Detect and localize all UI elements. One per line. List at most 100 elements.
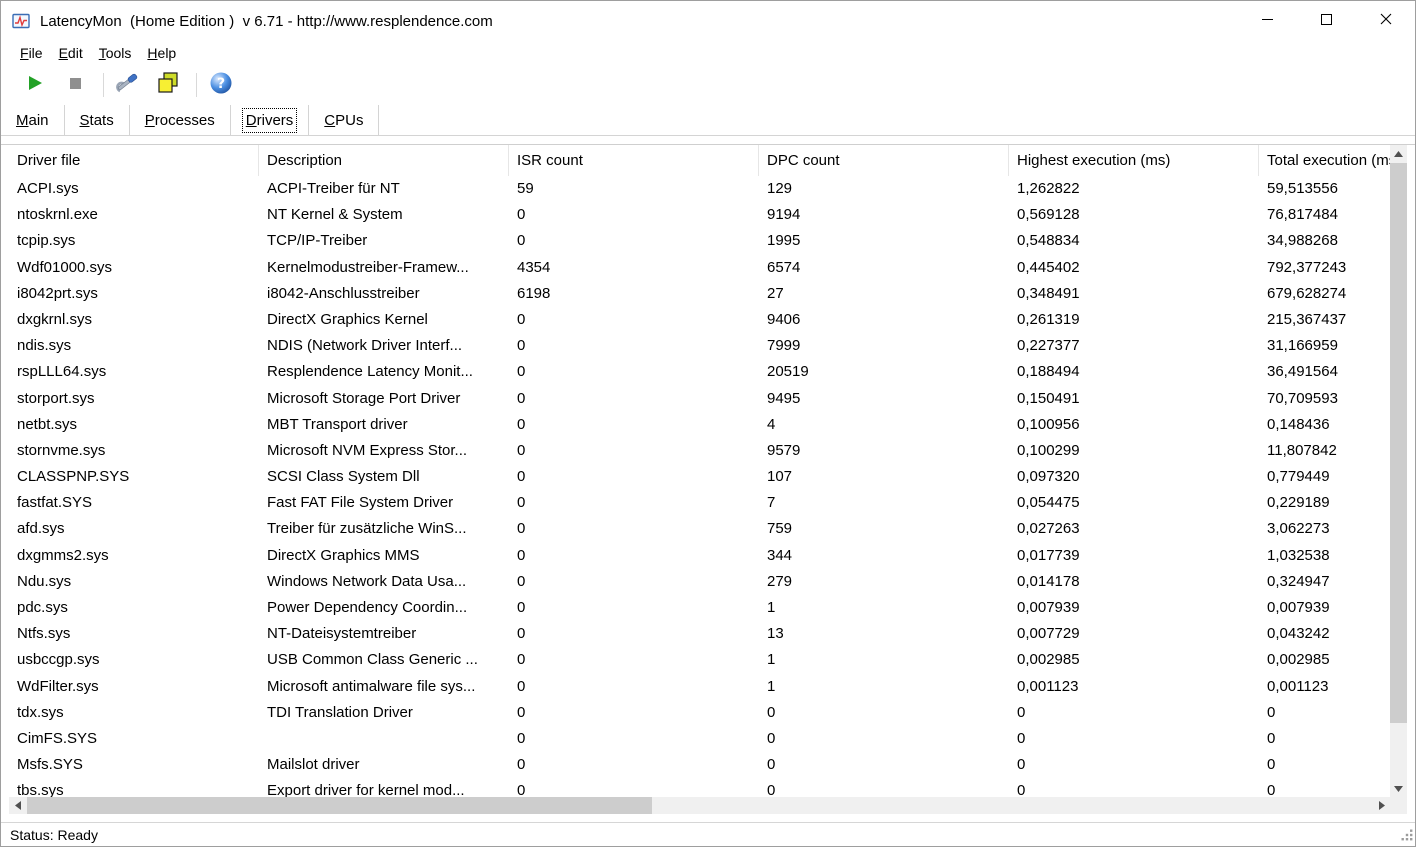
table-cell: 4354	[509, 255, 759, 281]
table-cell: 27	[759, 281, 1009, 307]
table-cell: Ndu.sys	[9, 569, 259, 595]
table-cell: 0,007939	[1009, 595, 1259, 621]
table-row[interactable]: CLASSPNP.SYSSCSI Class System Dll01070,0…	[9, 464, 1390, 490]
table-row[interactable]: storport.sysMicrosoft Storage Port Drive…	[9, 386, 1390, 412]
table-row[interactable]: netbt.sysMBT Transport driver040,1009560…	[9, 412, 1390, 438]
table-cell: Fast FAT File System Driver	[259, 490, 509, 516]
scroll-left-arrow-icon[interactable]	[9, 797, 26, 814]
horizontal-scrollbar-thumb[interactable]	[27, 797, 652, 814]
resize-grip-icon[interactable]	[1400, 828, 1413, 844]
column-header[interactable]: Highest execution (ms)	[1009, 145, 1259, 176]
tab-main[interactable]: Main	[1, 105, 65, 135]
table-row[interactable]: afd.sysTreiber für zusätzliche WinS...07…	[9, 516, 1390, 542]
help-question-icon: ?	[209, 71, 233, 100]
start-monitor-button[interactable]	[17, 68, 53, 102]
toolbar: ?	[1, 65, 1415, 105]
copy-report-button[interactable]	[150, 68, 186, 102]
table-row[interactable]: ntoskrnl.exeNT Kernel & System091940,569…	[9, 202, 1390, 228]
table-row[interactable]: Ntfs.sysNT-Dateisystemtreiber0130,007729…	[9, 621, 1390, 647]
vertical-scrollbar[interactable]	[1390, 145, 1407, 797]
table-cell: 0,229189	[1259, 490, 1390, 516]
table-row[interactable]: stornvme.sysMicrosoft NVM Express Stor..…	[9, 438, 1390, 464]
table-cell: Wdf01000.sys	[9, 255, 259, 281]
table-cell: 0,097320	[1009, 464, 1259, 490]
table-cell: 9579	[759, 438, 1009, 464]
close-button[interactable]	[1356, 1, 1415, 41]
content-divider	[1, 136, 1415, 145]
table-cell: tdx.sys	[9, 700, 259, 726]
table-cell: 0,100956	[1009, 412, 1259, 438]
tab-drivers[interactable]: Drivers	[231, 105, 310, 135]
table-row[interactable]: Ndu.sysWindows Network Data Usa...02790,…	[9, 569, 1390, 595]
table-row[interactable]: pdc.sysPower Dependency Coordin...010,00…	[9, 595, 1390, 621]
table-cell: 0	[509, 464, 759, 490]
table-cell: 0	[509, 647, 759, 673]
menu-item-file[interactable]: File	[12, 42, 51, 64]
column-header[interactable]: Driver file	[9, 145, 259, 176]
table-row[interactable]: fastfat.SYSFast FAT File System Driver07…	[9, 490, 1390, 516]
table-cell: dxgkrnl.sys	[9, 307, 259, 333]
toolbar-separator	[196, 73, 197, 97]
column-header[interactable]: Total execution (ms)	[1259, 145, 1390, 176]
tab-cpus[interactable]: CPUs	[309, 105, 379, 135]
table-cell: 36,491564	[1259, 359, 1390, 385]
table-row[interactable]: Wdf01000.sysKernelmodustreiber-Framew...…	[9, 255, 1390, 281]
stop-monitor-button[interactable]	[57, 68, 93, 102]
table-cell: 0,100299	[1009, 438, 1259, 464]
table-cell: 0	[1009, 726, 1259, 752]
table-row[interactable]: ndis.sysNDIS (Network Driver Interf...07…	[9, 333, 1390, 359]
maximize-icon	[1321, 12, 1332, 30]
table-cell: 0	[759, 778, 1009, 797]
table-row[interactable]: CimFS.SYS0000	[9, 726, 1390, 752]
scroll-up-arrow-icon[interactable]	[1390, 145, 1407, 162]
table-row[interactable]: tbs.sysExport driver for kernel mod...00…	[9, 778, 1390, 797]
scroll-down-arrow-icon[interactable]	[1390, 780, 1407, 797]
column-header[interactable]: DPC count	[759, 145, 1009, 176]
table-cell: NT-Dateisystemtreiber	[259, 621, 509, 647]
maximize-button[interactable]	[1297, 1, 1356, 41]
tools-icon	[115, 71, 141, 100]
tab-processes[interactable]: Processes	[130, 105, 231, 135]
svg-text:?: ?	[217, 76, 225, 92]
table-row[interactable]: rspLLL64.sysResplendence Latency Monit..…	[9, 359, 1390, 385]
table-cell: 0	[509, 543, 759, 569]
table-row[interactable]: WdFilter.sysMicrosoft antimalware file s…	[9, 674, 1390, 700]
table-cell: storport.sys	[9, 386, 259, 412]
minimize-icon	[1262, 12, 1273, 30]
table-cell: 0	[1259, 726, 1390, 752]
table-cell: fastfat.SYS	[9, 490, 259, 516]
table-body: ACPI.sysACPI-Treiber für NT591291,262822…	[9, 176, 1390, 797]
menu-item-help[interactable]: Help	[139, 42, 184, 64]
table-cell: 0,001123	[1009, 674, 1259, 700]
table-cell: 0	[509, 700, 759, 726]
table-cell: 0,014178	[1009, 569, 1259, 595]
table-row[interactable]: dxgkrnl.sysDirectX Graphics Kernel094060…	[9, 307, 1390, 333]
table-row[interactable]: tcpip.sysTCP/IP-Treiber019950,54883434,9…	[9, 228, 1390, 254]
help-button[interactable]: ?	[203, 68, 239, 102]
table-cell: 107	[759, 464, 1009, 490]
status-text: Status: Ready	[10, 827, 98, 843]
table-row[interactable]: i8042prt.sysi8042-Anschlusstreiber619827…	[9, 281, 1390, 307]
horizontal-scrollbar[interactable]	[9, 797, 1390, 814]
table-cell: 59	[509, 176, 759, 202]
column-header[interactable]: ISR count	[509, 145, 759, 176]
table-cell: 0	[509, 752, 759, 778]
table-row[interactable]: tdx.sysTDI Translation Driver0000	[9, 700, 1390, 726]
table-cell: 0,027263	[1009, 516, 1259, 542]
table-row[interactable]: usbccgp.sysUSB Common Class Generic ...0…	[9, 647, 1390, 673]
table-cell: Export driver for kernel mod...	[259, 778, 509, 797]
table-cell: 129	[759, 176, 1009, 202]
scroll-right-arrow-icon[interactable]	[1373, 797, 1390, 814]
menu-item-tools[interactable]: Tools	[91, 42, 140, 64]
tab-stats[interactable]: Stats	[65, 105, 130, 135]
column-header[interactable]: Description	[259, 145, 509, 176]
table-row[interactable]: dxgmms2.sysDirectX Graphics MMS03440,017…	[9, 543, 1390, 569]
table-cell: 0	[509, 202, 759, 228]
vertical-scrollbar-thumb[interactable]	[1390, 163, 1407, 723]
table-cell: 0	[509, 490, 759, 516]
table-row[interactable]: ACPI.sysACPI-Treiber für NT591291,262822…	[9, 176, 1390, 202]
table-row[interactable]: Msfs.SYSMailslot driver0000	[9, 752, 1390, 778]
menu-item-edit[interactable]: Edit	[51, 42, 91, 64]
options-button[interactable]	[110, 68, 146, 102]
minimize-button[interactable]	[1238, 1, 1297, 41]
